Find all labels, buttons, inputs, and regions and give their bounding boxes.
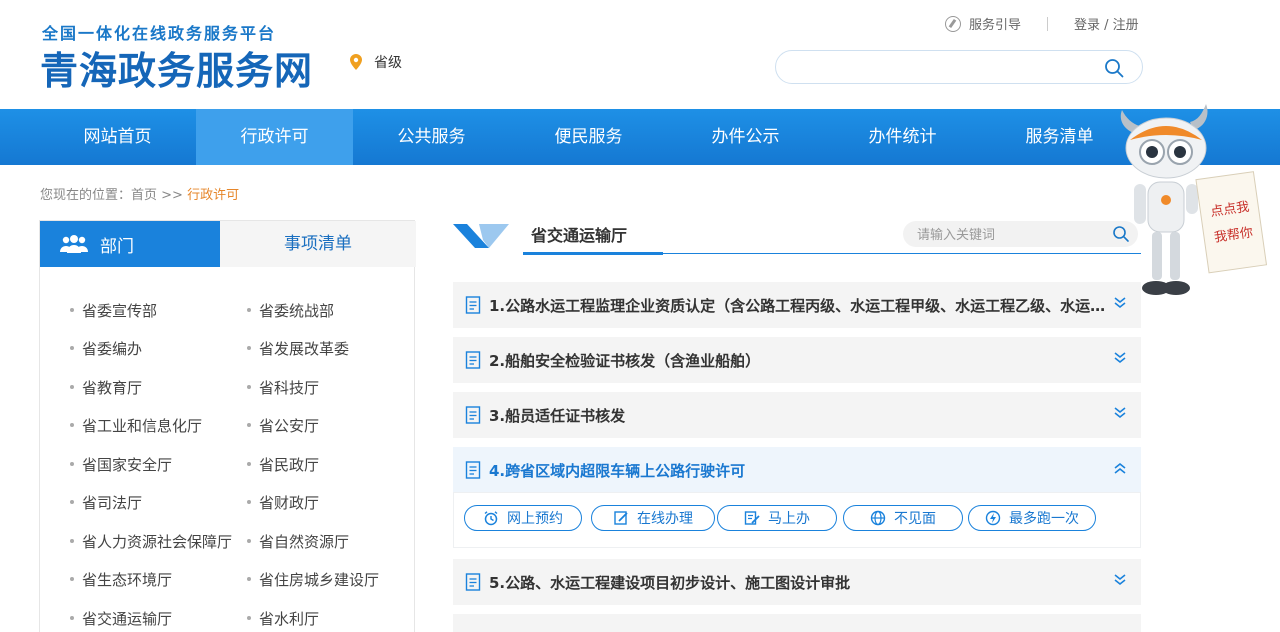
breadcrumb: 您现在的位置：首页 >> 行政许可 (40, 184, 239, 203)
chevron-double-down-icon[interactable] (1113, 573, 1127, 587)
service-options: 网上预约 在线办理 马上办 不见面 最多跑一次 (453, 492, 1141, 548)
breadcrumb-prefix: 您现在的位置： (40, 188, 132, 203)
at-most-one-trip-label: 最多跑一次 (1009, 511, 1079, 527)
online-appointment-button[interactable]: 网上预约 (464, 505, 582, 531)
page: 全国一体化在线政务服务平台 青海政务服务网 省级 服务引导 登录 / 注册 网站… (0, 0, 1280, 632)
nav-item-convenience-service[interactable]: 便民服务 (510, 109, 667, 165)
robot-icon (1120, 104, 1208, 295)
section-chevron-icon (453, 224, 509, 248)
list-item[interactable]: 省委统战部 (246, 300, 334, 321)
site-search (775, 50, 1143, 84)
section-divider (663, 253, 1141, 254)
list-item[interactable]: 省教育厅 (69, 377, 142, 398)
list-item[interactable]: 1.公路水运工程监理企业资质认定（含公路工程丙级、水运工程甲级、水运工程乙级、水… (453, 282, 1141, 328)
lightning-icon (985, 510, 1001, 526)
immediate-service-label: 马上办 (768, 511, 810, 527)
list-item[interactable] (453, 614, 1141, 632)
globe-icon (870, 510, 886, 526)
people-icon (60, 235, 88, 253)
header: 全国一体化在线政务服务平台 青海政务服务网 省级 服务引导 登录 / 注册 (0, 0, 1280, 109)
panel-tabs: 部门 事项清单 (40, 221, 416, 267)
list-item[interactable]: 省交通运输厅 (69, 608, 172, 629)
pencil-icon (614, 511, 628, 525)
list-item[interactable]: 省委宣传部 (69, 300, 157, 321)
no-visit-label: 不见面 (894, 511, 936, 527)
document-icon (465, 573, 481, 591)
document-icon (465, 296, 481, 314)
no-visit-button[interactable]: 不见面 (843, 505, 963, 531)
document-icon (465, 461, 481, 479)
tab-item-list[interactable]: 事项清单 (220, 221, 416, 267)
tab-department-label: 部门 (100, 236, 134, 257)
online-processing-button[interactable]: 在线办理 (591, 505, 715, 531)
keyword-search-input[interactable] (917, 225, 1097, 243)
item-title: 1.公路水运工程监理企业资质认定（含公路工程丙级、水运工程甲级、水运工程乙级、水… (489, 297, 1109, 315)
item-title: 4.跨省区域内超限车辆上公路行驶许可 (489, 462, 746, 480)
section-title: 省交通运输厅 (531, 226, 628, 245)
location-pin-icon (350, 54, 362, 70)
compass-icon (945, 15, 961, 32)
list-item[interactable]: 3.船员适任证书核发 (453, 392, 1141, 438)
item-title: 2.船舶安全检验证书核发（含渔业船舶） (489, 352, 761, 370)
nav-item-admin-license[interactable]: 行政许可 (196, 109, 353, 165)
document-icon (465, 406, 481, 424)
login-register-link[interactable]: 登录 / 注册 (1074, 14, 1139, 33)
list-item[interactable]: 2.船舶安全检验证书核发（含渔业船舶） (453, 337, 1141, 383)
keyword-search (903, 221, 1138, 247)
breadcrumb-current: 行政许可 (187, 188, 240, 203)
list-item[interactable]: 省委编办 (69, 338, 142, 359)
item-title: 3.船员适任证书核发 (489, 407, 626, 425)
list-item[interactable]: 省水利厅 (246, 608, 319, 629)
nav-item-public-service[interactable]: 公共服务 (353, 109, 510, 165)
list-item[interactable]: 省生态环境厅 (69, 569, 172, 590)
at-most-one-trip-button[interactable]: 最多跑一次 (968, 505, 1096, 531)
online-processing-label: 在线办理 (637, 511, 693, 527)
breadcrumb-separator: >> (157, 188, 188, 203)
list-item[interactable]: 省民政厅 (246, 454, 319, 475)
service-guide-link[interactable]: 服务引导 (969, 14, 1021, 33)
list-item[interactable]: 省科技厅 (246, 377, 319, 398)
list-item[interactable]: 省自然资源厅 (246, 531, 349, 552)
site-search-input[interactable] (790, 57, 1090, 79)
robot-assistant[interactable]: 点点我我帮你 (1110, 100, 1280, 305)
immediate-service-button[interactable]: 马上办 (717, 505, 837, 531)
online-appointment-label: 网上预约 (507, 511, 563, 527)
nav-item-case-publicity[interactable]: 办件公示 (667, 109, 824, 165)
list-item[interactable]: 省人力资源社会保障厅 (69, 531, 232, 552)
list-item[interactable]: 省发展改革委 (246, 338, 349, 359)
title-underline (523, 252, 663, 255)
list-item[interactable]: 省国家安全厅 (69, 454, 172, 475)
list-item[interactable]: 5.公路、水运工程建设项目初步设计、施工图设计审批 (453, 559, 1141, 605)
site-title[interactable]: 青海政务服务网 (40, 40, 313, 95)
chevron-double-down-icon[interactable] (1113, 351, 1127, 365)
list-item[interactable]: 省工业和信息化厅 (69, 415, 202, 436)
tab-department[interactable]: 部门 (40, 221, 220, 267)
list-item[interactable]: 省公安厅 (246, 415, 319, 436)
chevron-double-up-icon[interactable] (1113, 461, 1127, 475)
list-item-expanded[interactable]: 4.跨省区域内超限车辆上公路行驶许可 (453, 447, 1141, 493)
divider (1047, 16, 1049, 31)
document-icon (465, 351, 481, 369)
location-label: 省级 (374, 55, 402, 71)
list-item[interactable]: 省司法厅 (69, 492, 142, 513)
search-icon[interactable] (1104, 58, 1124, 78)
chevron-double-down-icon[interactable] (1113, 406, 1127, 420)
alarm-clock-icon (484, 511, 498, 526)
location-selector[interactable]: 省级 (350, 52, 402, 72)
section-header: 省交通运输厅 (453, 216, 1141, 256)
top-links: 服务引导 登录 / 注册 (945, 14, 1139, 33)
department-panel: 部门 事项清单 省委宣传部 省委统战部 省委编办 省发展改革委 省教育厅 省科技… (39, 220, 416, 632)
help-sign (1195, 171, 1268, 274)
nav-item-case-statistics[interactable]: 办件统计 (824, 109, 981, 165)
breadcrumb-home[interactable]: 首页 (131, 188, 157, 203)
item-title: 5.公路、水运工程建设项目初步设计、施工图设计审批 (489, 574, 851, 592)
nav-item-home[interactable]: 网站首页 (39, 109, 196, 165)
edit-form-icon (744, 511, 760, 525)
list-item[interactable]: 省住房城乡建设厅 (246, 569, 379, 590)
main-nav: 网站首页 行政许可 公共服务 便民服务 办件公示 办件统计 服务清单 (0, 109, 1280, 165)
list-item[interactable]: 省财政厅 (246, 492, 319, 513)
